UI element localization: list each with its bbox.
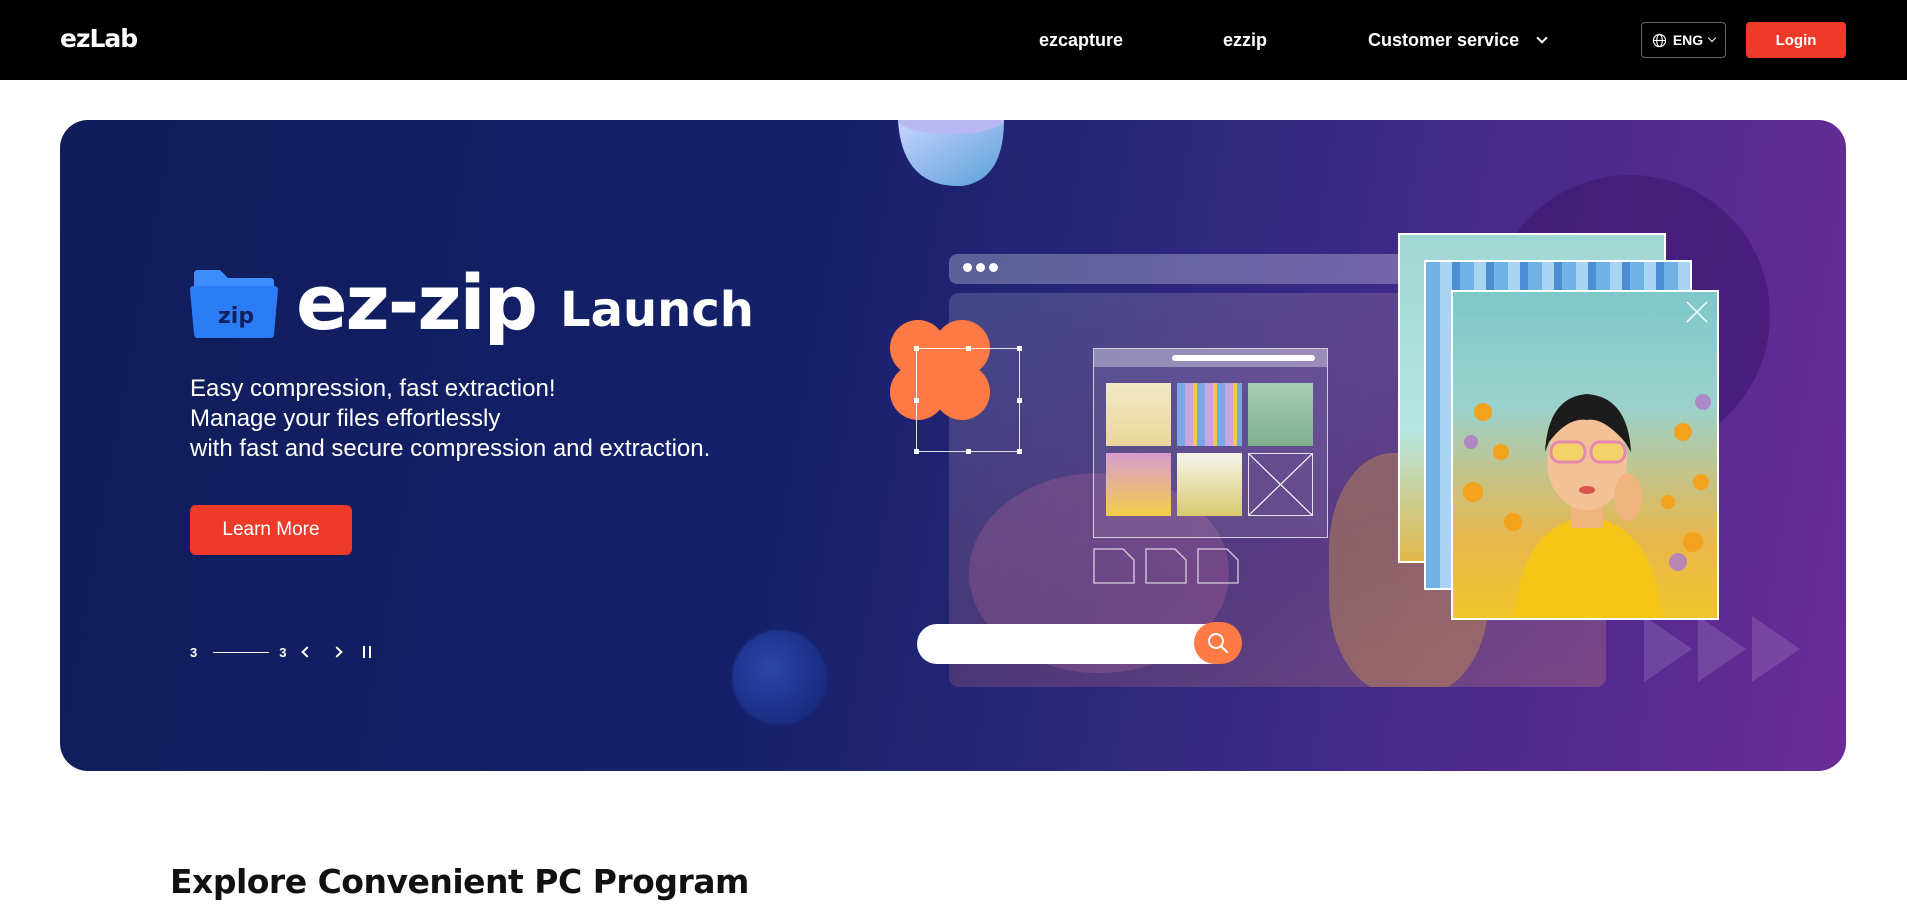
nav-ezcapture[interactable]: ezcapture xyxy=(1039,30,1123,51)
slide-progress-line xyxy=(213,651,270,653)
nav-customer-service-label: Customer service xyxy=(1368,30,1520,50)
slide-pager: 3 3 xyxy=(190,643,376,661)
login-button[interactable]: Login xyxy=(1746,22,1846,58)
globe-icon xyxy=(1652,33,1666,47)
close-icon xyxy=(1686,301,1708,323)
zip-folder-label: zip xyxy=(218,304,255,329)
gallery-thumbnail xyxy=(1177,383,1242,446)
gallery-thumbnail xyxy=(1106,383,1171,446)
decorative-orb xyxy=(732,630,827,725)
gallery-thumbnail xyxy=(1106,453,1171,516)
chevron-down-icon xyxy=(1536,32,1548,44)
gallery-thumbnail xyxy=(1248,383,1313,446)
hero-tagline-line: with fast and secure compression and ext… xyxy=(190,435,711,462)
logo[interactable]: ezLab xyxy=(60,24,138,53)
next-slide-button[interactable] xyxy=(328,643,346,661)
chevron-left-icon xyxy=(301,646,314,658)
illustration-search-bar xyxy=(917,624,1235,664)
hero-tagline-line: Easy compression, fast extraction! xyxy=(190,375,556,402)
hero-tagline-line: Manage your files effortlessly xyxy=(190,405,501,432)
search-icon xyxy=(1208,633,1229,654)
image-gallery xyxy=(1093,348,1328,538)
slide-current: 3 xyxy=(190,644,198,660)
document-icon xyxy=(1197,548,1239,584)
window-dots-icon xyxy=(963,263,998,272)
photo-card-front xyxy=(1451,290,1719,620)
nav-customer-service[interactable]: Customer service xyxy=(1368,30,1548,51)
illustration-search-button xyxy=(1194,622,1242,664)
pause-icon xyxy=(363,646,372,658)
document-icon xyxy=(1093,548,1135,584)
decorative-bowl xyxy=(898,120,1004,187)
document-icon xyxy=(1145,548,1187,584)
chevron-down-icon xyxy=(1707,33,1717,43)
slide-total: 3 xyxy=(279,644,287,660)
section-title: Explore Convenient PC Program xyxy=(170,862,749,901)
nav-ezzip[interactable]: ezzip xyxy=(1223,30,1267,51)
gallery-thumbnail xyxy=(1177,453,1242,516)
selection-box xyxy=(914,346,1022,454)
placeholder-image-icon xyxy=(1248,453,1313,516)
product-launch-label: Launch xyxy=(560,282,754,338)
hero-banner: zip ez-zip Launch Easy compression, fast… xyxy=(60,120,1846,771)
product-brand: zip ez-zip Launch xyxy=(190,258,754,347)
language-label: ENG xyxy=(1672,32,1704,48)
top-navigation: ezLab ezcapture ezzip Customer service E… xyxy=(0,0,1907,80)
prev-slide-button[interactable] xyxy=(298,643,316,661)
language-selector[interactable]: ENG xyxy=(1641,22,1726,58)
product-name: ez-zip xyxy=(296,258,538,347)
zip-folder-icon: zip xyxy=(190,268,278,338)
pause-slide-button[interactable] xyxy=(358,643,376,661)
learn-more-button[interactable]: Learn More xyxy=(190,505,352,555)
portrait-illustration xyxy=(1463,394,1711,618)
illustration-window-titlebar xyxy=(949,254,1419,284)
chevron-right-icon xyxy=(331,646,344,658)
fast-forward-decoration-icon xyxy=(1644,616,1800,682)
